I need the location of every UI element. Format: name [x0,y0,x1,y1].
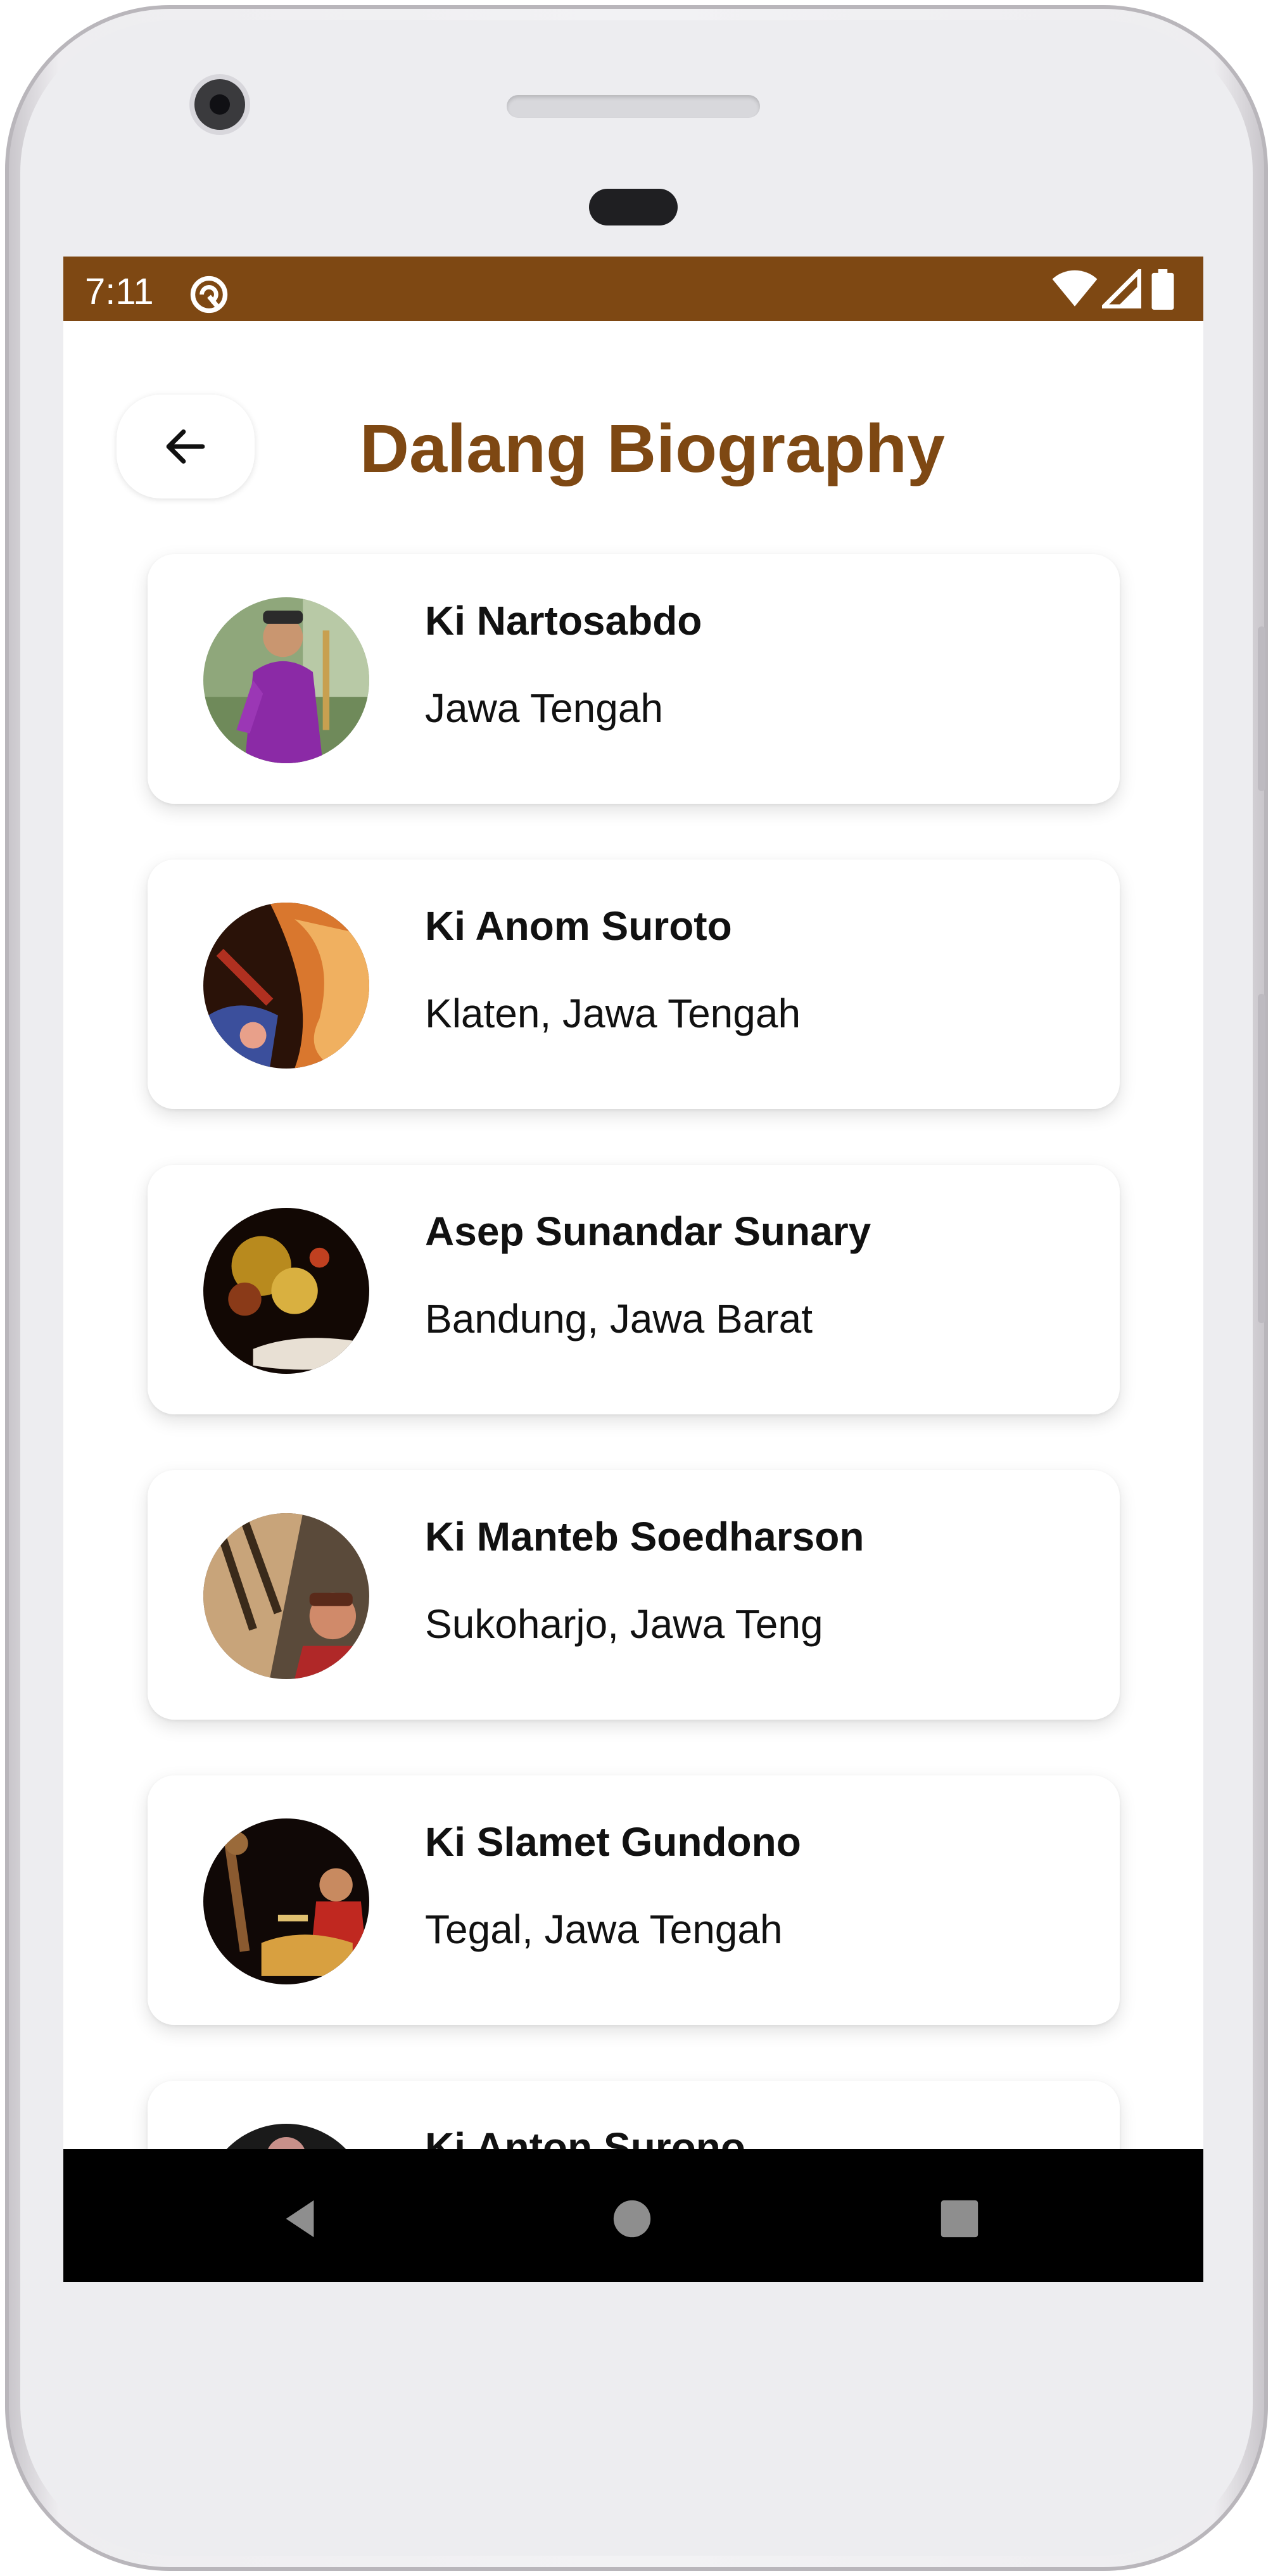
dalang-name: Ki Slamet Gundono [425,1819,801,1865]
dalang-card[interactable]: Ki Manteb Soedharson Sukoharjo, Jawa Ten… [148,1470,1120,1720]
proximity-sensor [589,189,678,225]
power-button [1258,626,1265,791]
home-circle-icon[interactable] [610,2197,654,2241]
dalang-name: Asep Sunandar Sunary [425,1209,871,1254]
dalang-card[interactable]: Ki Anom Suroto Klaten, Jawa Tengah [148,860,1120,1109]
dalang-name: Ki Manteb Soedharson [425,1514,864,1559]
navigation-bar [63,2149,1203,2282]
earpiece-speaker [507,95,760,118]
front-camera [194,79,245,130]
dalang-location: Klaten, Jawa Tengah [425,991,801,1036]
recents-square-icon[interactable] [937,2197,982,2241]
avatar [203,1513,369,1679]
arrow-left-icon [166,429,205,464]
dalang-location: Bandung, Jawa Barat [425,1296,813,1342]
dalang-location: Sukoharjo, Jawa Teng [425,1601,823,1647]
dalang-location: Jawa Tengah [425,685,663,731]
dalang-card[interactable]: Ki Slamet Gundono Tegal, Jawa Tengah [148,1775,1120,2025]
avatar [203,903,369,1069]
dalang-name: Ki Anom Suroto [425,903,732,949]
avatar [203,1208,369,1374]
dalang-card[interactable]: Ki Nartosabdo Jawa Tengah [148,554,1120,804]
back-button[interactable] [117,395,255,498]
app-screen: 7:11 Ki Nartosabdo Jawa Tengah Ki Anom S… [63,257,1203,2282]
dalang-card[interactable]: Asep Sunandar Sunary Bandung, Jawa Barat [148,1165,1120,1414]
back-triangle-icon[interactable] [279,2197,323,2241]
avatar [203,597,369,763]
dalang-name: Ki Nartosabdo [425,598,702,644]
avatar [203,1818,369,1984]
dalang-list: Ki Nartosabdo Jawa Tengah Ki Anom Suroto… [63,257,1203,2282]
volume-button [1258,994,1265,1323]
dalang-location: Tegal, Jawa Tengah [425,1907,783,1952]
page-title: Dalang Biography [360,410,946,486]
